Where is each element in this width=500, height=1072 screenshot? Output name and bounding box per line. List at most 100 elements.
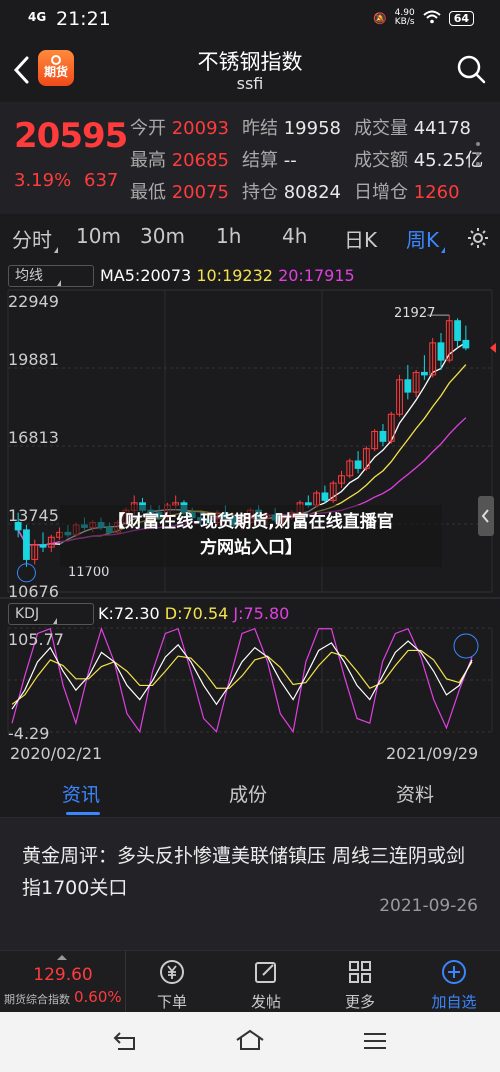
sub-indicator-label: KDJ xyxy=(15,606,40,622)
logo-text: 期货 xyxy=(43,65,68,79)
kdj-d-value: D:70.54 xyxy=(164,604,229,623)
menu-nav-icon[interactable] xyxy=(362,1032,388,1050)
low-price-label: 11700 xyxy=(68,565,110,580)
last-price: 20595 xyxy=(14,116,128,156)
candle-body xyxy=(404,379,412,393)
y-tick-2: 16813 xyxy=(8,428,59,447)
more-label: 更多 xyxy=(344,993,375,1011)
tab-timeshare[interactable]: 分时 xyxy=(12,224,58,253)
chevron-left-icon xyxy=(481,509,489,523)
add-watchlist-label: 加自选 xyxy=(431,993,477,1011)
post-label: 发帖 xyxy=(250,993,281,1011)
search-icon xyxy=(457,55,486,84)
place-order-button[interactable]: 下单 xyxy=(126,951,218,1013)
system-nav-bar xyxy=(0,1012,500,1072)
home-nav-icon[interactable] xyxy=(234,1028,266,1052)
last-price-marker xyxy=(490,342,496,353)
signal-indicator: 4G xyxy=(28,10,47,24)
tab-profile[interactable]: 资料 xyxy=(396,780,434,807)
status-bar: 4G 21:21 🔕 4.90 KB/s 64 xyxy=(0,0,500,38)
status-icons: 🔕 4.90 KB/s 64 xyxy=(373,9,474,27)
add-watchlist-button[interactable]: 加自选 xyxy=(408,951,500,1013)
composite-index-pct: 0.60% xyxy=(74,988,122,1006)
yen-coin-icon xyxy=(160,960,184,984)
quote-open-interest: 持仓 80824 xyxy=(242,182,341,203)
quote-settle: 结算 -- xyxy=(242,150,297,171)
ad-banner[interactable]: 【财富在线-现货期货,财富在线直播官 方网站入口】 xyxy=(60,505,442,567)
composite-index-value: 129.60 xyxy=(33,965,93,985)
quote-open: 今开 20093 xyxy=(130,118,229,139)
net-speed: 4.90 KB/s xyxy=(395,9,415,27)
candle-body xyxy=(462,339,470,349)
tab-1h[interactable]: 1h xyxy=(216,224,241,248)
y-tick-1: 19881 xyxy=(8,350,59,369)
chevron-left-icon xyxy=(13,56,29,84)
back-button[interactable] xyxy=(10,52,36,88)
side-drawer-handle[interactable] xyxy=(478,496,494,536)
candle-body xyxy=(39,544,47,548)
banner-line-1: 【财富在线-现货期货,财富在线直播官 xyxy=(108,512,394,532)
composite-index-widget[interactable]: 129.60 期货综合指数 0.60% xyxy=(0,951,126,1013)
kdj-signal-marker xyxy=(453,633,479,659)
kdj-d-line xyxy=(11,649,473,705)
quote-volume: 成交量 44178 xyxy=(354,118,471,139)
sub-indicator-selector[interactable]: KDJ xyxy=(8,603,94,625)
clock: 21:21 xyxy=(56,8,111,30)
kdj-j-value: J:75.80 xyxy=(233,604,290,623)
tab-4h[interactable]: 4h xyxy=(282,224,307,248)
futures-logo: 期货 xyxy=(38,50,74,86)
battery-icon: 64 xyxy=(448,10,474,26)
tab-news[interactable]: 资讯 xyxy=(62,780,100,807)
quote-panel: 20595 3.19% 637 今开 20093 昨结 19958 成交量 44… xyxy=(0,102,500,214)
net-speed-unit: KB/s xyxy=(394,17,415,27)
quote-prev-settle: 昨结 19958 xyxy=(242,118,341,139)
chart-settings-button[interactable] xyxy=(466,226,490,255)
banner-line-2: 方网站入口】 xyxy=(200,538,302,558)
quote-turnover: 成交额 45.25亿 xyxy=(354,150,484,171)
search-button[interactable] xyxy=(456,54,486,84)
quote-daily-oi-change: 日增仓 1260 xyxy=(354,182,460,203)
caret-up-icon xyxy=(57,955,67,960)
tab-weekly-k[interactable]: 周K xyxy=(406,224,446,253)
news-item-title[interactable]: 黄金周评：多头反扑惨遭美联储镇压 周线三连阴或剑指1700关口 xyxy=(22,840,478,904)
tab-daily-k[interactable]: 日K xyxy=(344,224,377,253)
active-tab-indicator xyxy=(66,812,100,815)
tab-components[interactable]: 成份 xyxy=(229,780,267,807)
period-tabs: 分时 10m 30m 1h 4h 日K 周K xyxy=(0,214,500,262)
candle-body xyxy=(420,371,428,376)
kdj-legend: K:72.30 D:70.54 J:75.80 xyxy=(98,604,289,623)
kdj-k-value: K:72.30 xyxy=(98,604,160,623)
header: 不锈钢指数 ssfi 期货 xyxy=(0,38,500,102)
wifi-icon xyxy=(423,10,441,27)
candle-body xyxy=(23,529,30,560)
candle-body xyxy=(354,460,362,469)
kdj-y-bottom: -4.29 xyxy=(8,724,50,743)
y-tick-4: 10676 xyxy=(8,582,59,601)
tab-30m[interactable]: 30m xyxy=(140,224,185,248)
candle-body xyxy=(437,342,445,361)
quote-high: 最高 20685 xyxy=(130,150,229,171)
back-nav-icon[interactable] xyxy=(112,1030,138,1052)
plus-circle-icon xyxy=(442,960,466,984)
more-button[interactable]: 更多 xyxy=(314,951,406,1013)
page-title: 不锈钢指数 xyxy=(197,50,303,74)
change-value: 637 xyxy=(84,170,119,191)
bottom-toolbar: 129.60 期货综合指数 0.60% 下单 发帖 更多 加自选 xyxy=(0,950,500,1013)
more-quote-button[interactable] xyxy=(476,142,482,172)
gear-icon xyxy=(468,228,488,248)
place-order-label: 下单 xyxy=(156,993,187,1011)
x-axis-start: 2020/02/21 xyxy=(10,744,103,763)
news-list: 黄金周评：多头反扑惨遭美联储镇压 周线三连阴或剑指1700关口 2021-09-… xyxy=(0,818,500,950)
post-button[interactable]: 发帖 xyxy=(220,951,312,1013)
news-tabs: 资讯 成份 资料 xyxy=(0,768,500,818)
change-percent: 3.19% xyxy=(14,170,72,191)
kdj-y-top: 105.77 xyxy=(8,630,64,649)
tab-10m[interactable]: 10m xyxy=(76,224,121,248)
edit-icon xyxy=(255,962,276,983)
page-subtitle: ssfi xyxy=(236,74,264,93)
candle-body xyxy=(454,320,461,341)
candle-body xyxy=(321,492,329,501)
candle-body xyxy=(379,430,387,442)
high-price-label: 21927 xyxy=(394,306,436,321)
y-tick-0: 22949 xyxy=(8,292,59,311)
